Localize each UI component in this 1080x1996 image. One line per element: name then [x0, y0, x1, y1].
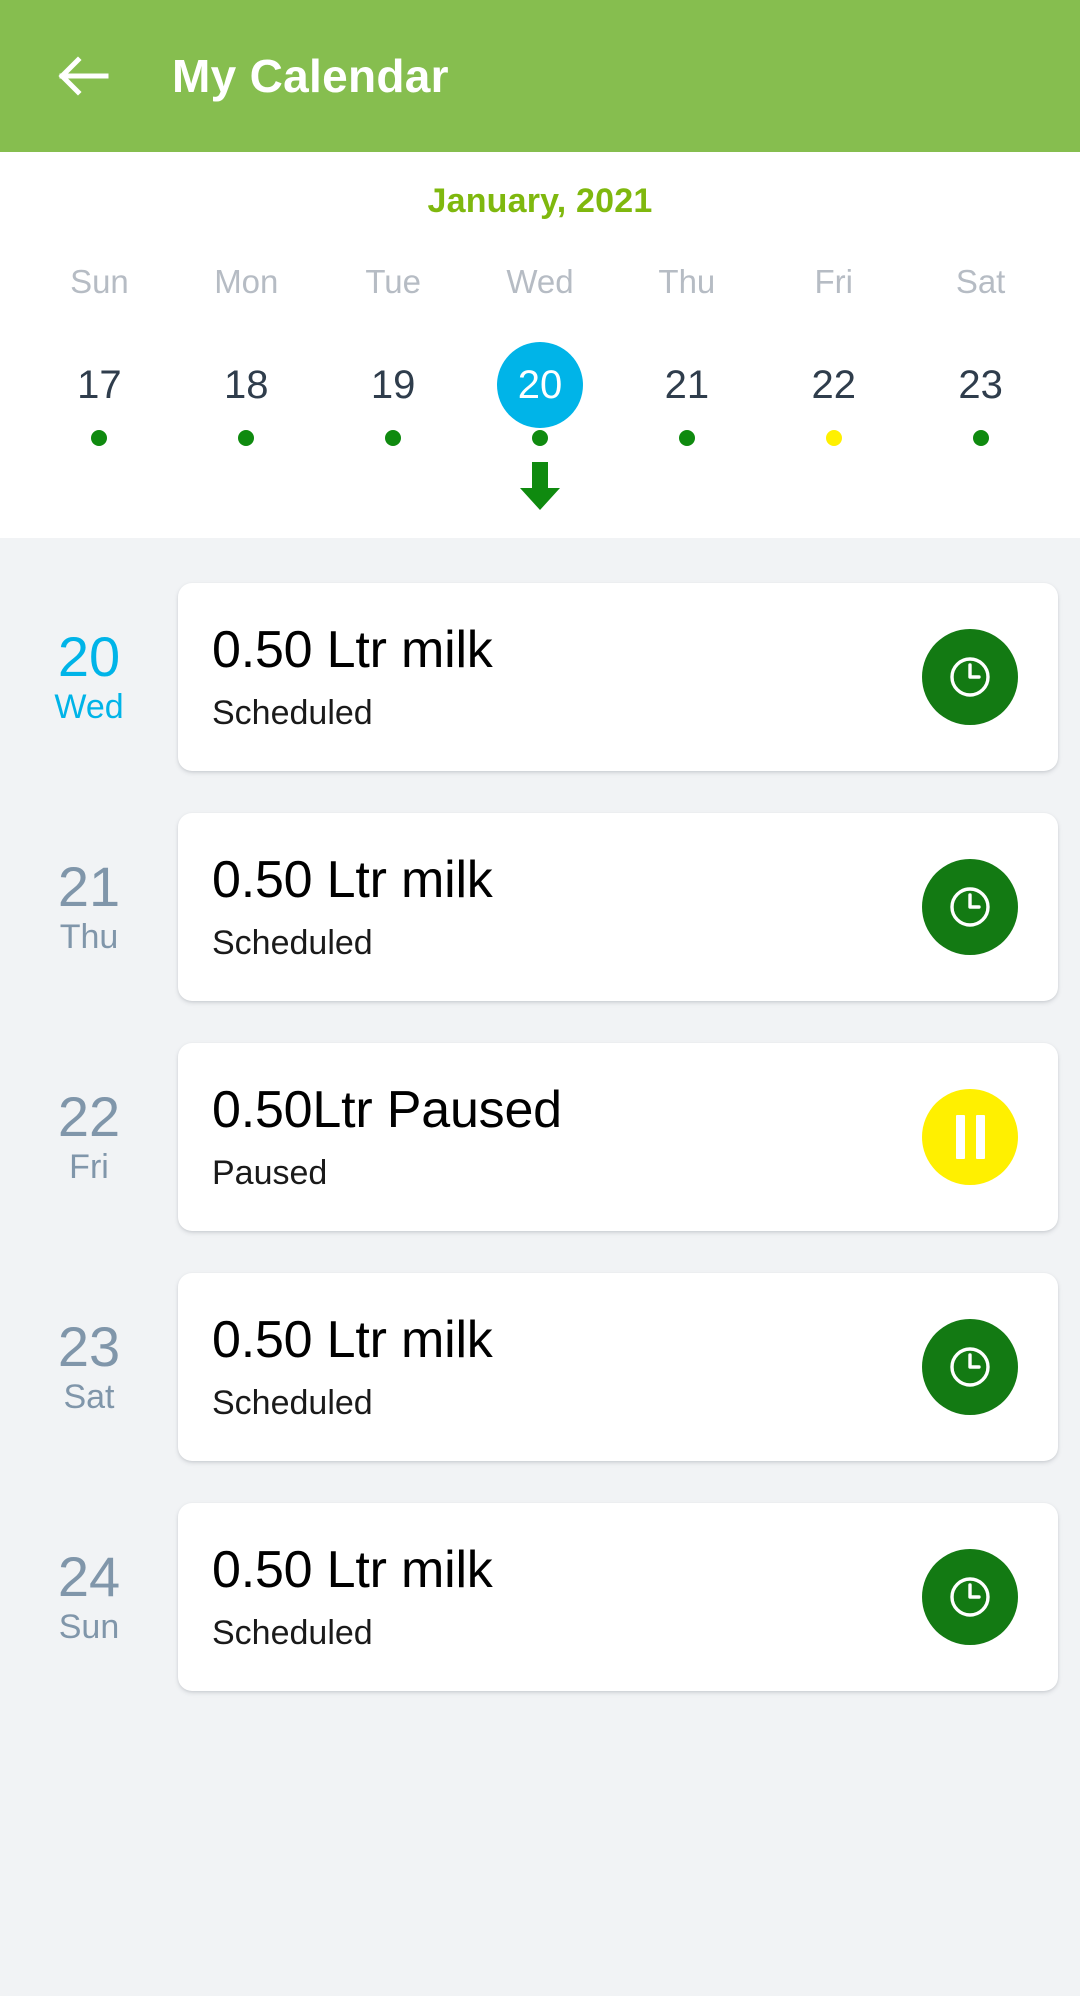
event-status: Scheduled [212, 694, 373, 733]
weekday-header: Sat [907, 265, 1054, 298]
date-number: 21 [664, 363, 710, 407]
date-cell-21[interactable]: 21 [613, 342, 760, 446]
list-item: 23 Sat 0.50 Ltr milk Scheduled [0, 1252, 1080, 1482]
event-dot [532, 430, 548, 446]
status-badge[interactable] [922, 859, 1018, 955]
app-bar: My Calendar [0, 0, 1080, 152]
event-day-label: 20 Wed [0, 628, 178, 727]
clock-icon [945, 882, 995, 932]
weekday-label: Thu [658, 263, 716, 300]
date-cell-17[interactable]: 17 [26, 342, 173, 446]
status-badge[interactable] [922, 629, 1018, 725]
arrow-down-icon [517, 460, 563, 512]
event-dot [385, 430, 402, 446]
event-card[interactable]: 0.50 Ltr milk Scheduled [178, 583, 1058, 771]
event-day-label: 23 Sat [0, 1318, 178, 1417]
event-day-number: 21 [57, 854, 121, 918]
event-day-number: 20 [57, 624, 121, 688]
date-number-selected: 20 [497, 342, 583, 428]
status-badge[interactable] [922, 1549, 1018, 1645]
event-title: 0.50 Ltr milk [212, 1541, 493, 1600]
event-card-text: 0.50 Ltr milk Scheduled [212, 851, 898, 963]
list-item: 24 Sun 0.50 Ltr milk Scheduled [0, 1482, 1080, 1712]
pause-icon [955, 1115, 985, 1159]
weekday-header-row: Sun Mon Tue Wed Thu Fri Sat [0, 265, 1080, 298]
weekday-label: Mon [214, 263, 279, 300]
back-button[interactable] [48, 40, 120, 112]
date-number: 19 [370, 363, 416, 407]
event-card-text: 0.50 Ltr milk Scheduled [212, 621, 898, 733]
status-badge[interactable] [922, 1319, 1018, 1415]
date-cell-22[interactable]: 22 [760, 342, 907, 446]
event-day-name: Thu [59, 917, 119, 956]
event-day-name: Sun [58, 1607, 120, 1646]
month-label: January, 2021 [427, 182, 653, 220]
list-item: 21 Thu 0.50 Ltr milk Scheduled [0, 792, 1080, 1022]
clock-icon [945, 652, 995, 702]
date-number: 17 [77, 363, 122, 407]
list-item: 20 Wed 0.50 Ltr milk Scheduled [0, 562, 1080, 792]
event-day-name: Sat [63, 1377, 115, 1416]
weekday-header: Wed [467, 265, 614, 298]
event-day-label: 21 Thu [0, 858, 178, 957]
date-cell-18[interactable]: 18 [173, 342, 320, 446]
event-title: 0.50 Ltr milk [212, 851, 493, 910]
event-status: Paused [212, 1154, 328, 1193]
event-dot [825, 430, 842, 446]
clock-icon [945, 1572, 995, 1622]
event-card[interactable]: 0.50 Ltr milk Scheduled [178, 1273, 1058, 1461]
date-number: 23 [958, 363, 1003, 407]
list-item: 22 Fri 0.50Ltr Paused Paused [0, 1022, 1080, 1252]
weekday-header: Sun [26, 265, 173, 298]
event-dot [678, 430, 695, 446]
date-row: 17 18 19 20 21 22 23 [0, 342, 1080, 446]
event-card[interactable]: 0.50 Ltr milk Scheduled [178, 1503, 1058, 1691]
event-status: Scheduled [212, 1614, 373, 1653]
date-cell-23[interactable]: 23 [907, 342, 1054, 446]
event-day-name: Wed [54, 687, 124, 726]
page-title: My Calendar [172, 50, 449, 102]
event-card[interactable]: 0.50Ltr Paused Paused [178, 1043, 1058, 1231]
calendar-screen: My Calendar January, 2021 Sun Mon Tue We… [0, 0, 1080, 1996]
clock-icon [945, 1342, 995, 1392]
event-title: 0.50 Ltr milk [212, 621, 493, 680]
event-day-label: 24 Sun [0, 1548, 178, 1647]
event-title: 0.50 Ltr milk [212, 1311, 493, 1370]
status-badge[interactable] [922, 1089, 1018, 1185]
event-status: Scheduled [212, 1384, 373, 1423]
event-day-label: 22 Fri [0, 1088, 178, 1187]
weekday-label: Sat [955, 263, 1006, 300]
weekday-label: Fri [814, 263, 853, 300]
event-dot [238, 430, 255, 446]
event-title: 0.50Ltr Paused [212, 1081, 562, 1140]
event-day-number: 23 [57, 1314, 121, 1378]
event-card-text: 0.50 Ltr milk Scheduled [212, 1311, 898, 1423]
event-dot [91, 430, 108, 446]
event-day-name: Fri [69, 1147, 109, 1186]
event-dot [972, 430, 989, 446]
event-list: 20 Wed 0.50 Ltr milk Scheduled 21 Thu 0.… [0, 538, 1080, 1996]
date-number: 22 [811, 363, 856, 407]
event-day-number: 22 [57, 1084, 121, 1148]
weekday-label: Wed [506, 263, 574, 300]
event-day-number: 24 [57, 1544, 121, 1608]
weekday-header: Tue [320, 265, 467, 298]
weekday-label: Sun [70, 263, 129, 300]
weekday-header: Thu [613, 265, 760, 298]
weekday-header: Mon [173, 265, 320, 298]
date-cell-19[interactable]: 19 [320, 342, 467, 446]
date-cell-20[interactable]: 20 [467, 342, 614, 446]
event-card-text: 0.50Ltr Paused Paused [212, 1081, 898, 1193]
calendar-strip: January, 2021 Sun Mon Tue Wed Thu Fri Sa… [0, 152, 1080, 538]
expand-calendar-button[interactable] [0, 460, 1080, 528]
date-number: 18 [224, 363, 269, 407]
weekday-header: Fri [760, 265, 907, 298]
event-status: Scheduled [212, 924, 373, 963]
event-card[interactable]: 0.50 Ltr milk Scheduled [178, 813, 1058, 1001]
event-card-text: 0.50 Ltr milk Scheduled [212, 1541, 898, 1653]
arrow-left-icon [58, 56, 110, 96]
weekday-label: Tue [365, 263, 421, 300]
